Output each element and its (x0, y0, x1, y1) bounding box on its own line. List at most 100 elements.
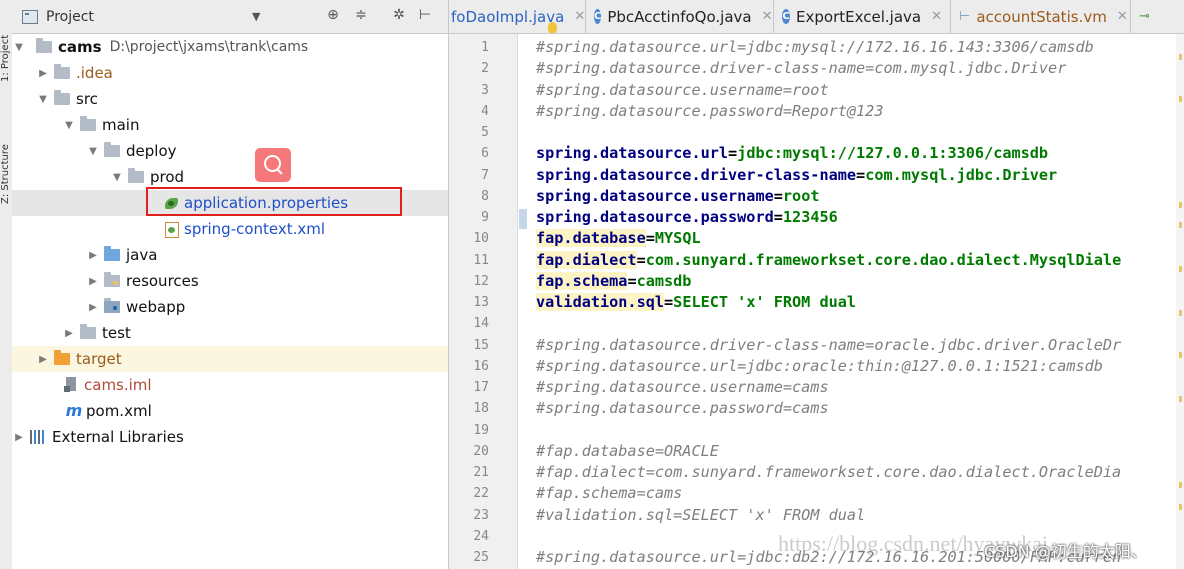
expanded-arrow-icon[interactable]: ▼ (62, 120, 76, 131)
tree-item-label: resources (126, 272, 199, 290)
collapsed-arrow-icon[interactable]: ▶ (86, 302, 100, 313)
tree-item-external-libraries[interactable]: ▶ External Libraries (12, 424, 448, 450)
tree-item-idea[interactable]: ▶ .idea (12, 60, 448, 86)
line-code: #spring.datasource.password=Report@123 (536, 101, 884, 120)
line-code: #spring.datasource.url=jdbc:oracle:thin:… (536, 356, 1103, 375)
code-line[interactable]: 12 fap.schema=camsdb (449, 271, 1184, 292)
class-icon: C (782, 9, 791, 24)
code-editor[interactable]: 1 #spring.datasource.url=jdbc:mysql://172… (449, 34, 1184, 569)
line-code: #fap.schema=cams (536, 484, 683, 503)
close-icon[interactable]: ✕ (762, 9, 773, 24)
line-number: 21 (473, 465, 489, 480)
line-number: 3 (481, 82, 489, 98)
expanded-arrow-icon[interactable]: ▼ (36, 94, 50, 105)
line-number: 15 (473, 337, 489, 353)
locate-icon[interactable]: ⊕ (324, 7, 342, 23)
collapse-all-icon[interactable]: ≑ (352, 7, 370, 23)
line-code: #spring.datasource.username=root (536, 80, 829, 99)
line-number: 22 (473, 486, 489, 502)
expanded-arrow-icon[interactable]: ▼ (86, 146, 100, 157)
collapsed-arrow-icon[interactable]: ▶ (86, 250, 100, 261)
code-line[interactable]: 15 #spring.datasource.driver-class-name=o… (449, 335, 1184, 356)
resources-folder-icon (104, 272, 120, 287)
expanded-arrow-icon[interactable]: ▼ (12, 42, 26, 53)
code-line[interactable]: 17 #spring.datasource.username=cams (449, 377, 1184, 398)
line-number: 14 (473, 316, 489, 332)
code-line[interactable]: 16 #spring.datasource.url=jdbc:oracle:thi… (449, 356, 1184, 377)
code-line[interactable]: 5 (449, 122, 1184, 143)
folder-icon (80, 116, 96, 131)
line-code: spring.datasource.driver-class-name=com.… (536, 165, 1058, 184)
collapsed-arrow-icon[interactable]: ▶ (12, 432, 26, 443)
code-line[interactable]: 11 fap.dialect=com.sunyard.frameworkset.c… (449, 250, 1184, 271)
code-line[interactable]: 18 #spring.datasource.password=cams (449, 398, 1184, 419)
code-line[interactable]: 13 validation.sql=SELECT 'x' FROM dual (449, 292, 1184, 313)
collapsed-arrow-icon[interactable]: ▶ (36, 354, 50, 365)
code-line[interactable]: 8 spring.datasource.username=root (449, 186, 1184, 207)
folder-icon (54, 64, 70, 79)
tree-item-webapp[interactable]: ▶ webapp (12, 294, 448, 320)
line-number: 18 (473, 401, 489, 417)
intention-bulb-icon[interactable] (548, 22, 557, 33)
code-line[interactable]: 7 spring.datasource.driver-class-name=com… (449, 165, 1184, 186)
tree-item-deploy[interactable]: ▼ deploy (12, 138, 448, 164)
line-code: fap.database=MYSQL (536, 229, 701, 248)
code-line[interactable]: 4 #spring.datasource.password=Report@123 (449, 101, 1184, 122)
line-code: #fap.dialect=com.sunyard.frameworkset.co… (536, 463, 1122, 481)
line-number: 9 (481, 210, 489, 225)
gear-icon[interactable]: ✲ (390, 7, 408, 23)
tab-accountstatis-vm[interactable]: ⊢ accountStatis.vm ✕ (951, 0, 1131, 33)
chevron-down-icon[interactable]: ▼ (252, 10, 260, 23)
code-line[interactable]: 3 #spring.datasource.username=root (449, 80, 1184, 101)
tree-item-src[interactable]: ▼ src (12, 86, 448, 112)
tree-item-target[interactable]: ▶ target (12, 346, 448, 372)
line-number: 16 (473, 358, 489, 374)
code-line[interactable]: 6 spring.datasource.url=jdbc:mysql://127.… (449, 143, 1184, 164)
tree-item-label: External Libraries (52, 428, 184, 446)
code-line[interactable]: 10 fap.database=MYSQL (449, 228, 1184, 249)
tree-item-test[interactable]: ▶ test (12, 320, 448, 346)
tree-item-label: .idea (76, 64, 113, 82)
project-view-icon (22, 9, 38, 24)
code-line[interactable]: 2 #spring.datasource.driver-class-name=co… (449, 58, 1184, 79)
tab-label: foDaoImpl.java (451, 7, 565, 26)
tool-tab-project[interactable]: 1: Project (0, 2, 12, 82)
expanded-arrow-icon[interactable]: ▼ (110, 172, 124, 183)
tree-item-java[interactable]: ▶ java (12, 242, 448, 268)
code-line[interactable]: 21 #fap.dialect=com.sunyard.frameworkset.… (449, 462, 1184, 483)
line-code: #validation.sql=SELECT 'x' FROM dual (536, 505, 866, 524)
close-icon[interactable]: ✕ (931, 9, 942, 24)
tab-overflow[interactable]: ⊸ (1131, 0, 1184, 33)
code-line[interactable]: 1 #spring.datasource.url=jdbc:mysql://172… (449, 37, 1184, 58)
code-line[interactable]: 9 spring.datasource.password=123456 (449, 207, 1184, 228)
code-line[interactable]: 19 (449, 420, 1184, 441)
tree-item-cams[interactable]: ▼ cams D:\project\jxams\trank\cams (12, 34, 448, 60)
hide-panel-icon[interactable]: ⊢ (416, 7, 434, 23)
module-folder-icon (36, 38, 52, 53)
tree-item-cams-iml[interactable]: cams.iml (12, 372, 448, 398)
tab-label: ExportExcel.java (796, 7, 922, 26)
collapsed-arrow-icon[interactable]: ▶ (36, 68, 50, 79)
tab-exportexcel-java[interactable]: C ExportExcel.java ✕ (774, 0, 951, 33)
collapsed-arrow-icon[interactable]: ▶ (86, 276, 100, 287)
collapsed-arrow-icon[interactable]: ▶ (62, 328, 76, 339)
code-line[interactable]: 22 #fap.schema=cams (449, 483, 1184, 504)
editor-tabs: foDaoImpl.java ✕ C PbcAcctinfoQo.java ✕ … (449, 0, 1184, 34)
tree-item-pom-xml[interactable]: m pom.xml (12, 398, 448, 424)
project-view-selector[interactable]: Project (46, 9, 94, 25)
line-number: 17 (473, 380, 489, 395)
code-line[interactable]: 20 #fap.database=ORACLE (449, 441, 1184, 462)
code-line[interactable]: 14 (449, 313, 1184, 334)
tab-fodaoimpl-java[interactable]: foDaoImpl.java ✕ (449, 0, 586, 33)
tree-item-label: test (102, 324, 131, 342)
tab-pbcacctinfoqo-java[interactable]: C PbcAcctinfoQo.java ✕ (586, 0, 774, 33)
tree-item-resources[interactable]: ▶ resources (12, 268, 448, 294)
close-icon[interactable]: ✕ (1117, 9, 1128, 24)
code-line[interactable]: 23 #validation.sql=SELECT 'x' FROM dual (449, 505, 1184, 526)
tool-tab-structure[interactable]: Z: Structure (0, 104, 12, 204)
tree-item-spring-context-xml[interactable]: spring-context.xml (12, 216, 448, 242)
tree-item-main[interactable]: ▼ main (12, 112, 448, 138)
close-icon[interactable]: ✕ (574, 9, 585, 24)
line-code: spring.datasource.password=123456 (536, 208, 838, 226)
line-code: #spring.datasource.url=jdbc:mysql://172.… (536, 38, 1094, 56)
